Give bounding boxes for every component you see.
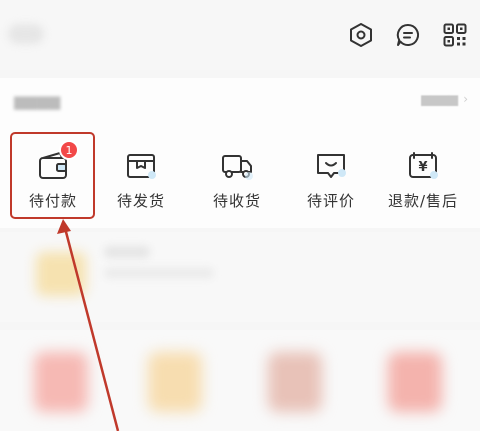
order-item-pending-receipt[interactable]: 待收货 [192, 148, 282, 218]
qrcode-icon[interactable] [440, 20, 470, 50]
message-icon[interactable] [393, 20, 423, 50]
blurred-view-all-link[interactable]: ▆▆▆▆ [421, 92, 458, 106]
order-item-label: 待发货 [116, 192, 165, 210]
order-item-label: 退款/售后 [387, 192, 459, 210]
highlight-box [10, 132, 95, 219]
blurred-thumbnail [36, 252, 86, 296]
blurred-product-row [0, 330, 480, 431]
review-icon [311, 148, 351, 184]
order-item-pending-review[interactable]: 待评价 [286, 148, 376, 218]
svg-text:¥: ¥ [418, 160, 427, 175]
truck-icon [217, 148, 257, 184]
order-item-label: 待收货 [212, 192, 261, 210]
chevron-right-icon: › [463, 92, 468, 106]
box-icon [121, 148, 161, 184]
blurred-text-line [104, 246, 150, 258]
order-item-refund-aftersales[interactable]: ¥ 退款/售后 [378, 148, 468, 218]
blurred-text-line [104, 268, 214, 278]
refund-icon: ¥ [403, 148, 443, 184]
product-thumbnail[interactable] [148, 352, 202, 412]
blurred-back-area [8, 24, 44, 44]
product-thumbnail[interactable] [268, 352, 322, 412]
product-thumbnail[interactable] [388, 352, 442, 412]
order-item-label: 待评价 [306, 192, 355, 210]
settings-icon[interactable] [346, 20, 376, 50]
product-thumbnail[interactable] [34, 352, 88, 412]
blurred-section-title: ▆▆▆▆ [14, 92, 61, 110]
top-bar [0, 0, 480, 70]
blurred-order-preview [0, 232, 480, 322]
order-item-pending-shipment[interactable]: 待发货 [96, 148, 186, 218]
